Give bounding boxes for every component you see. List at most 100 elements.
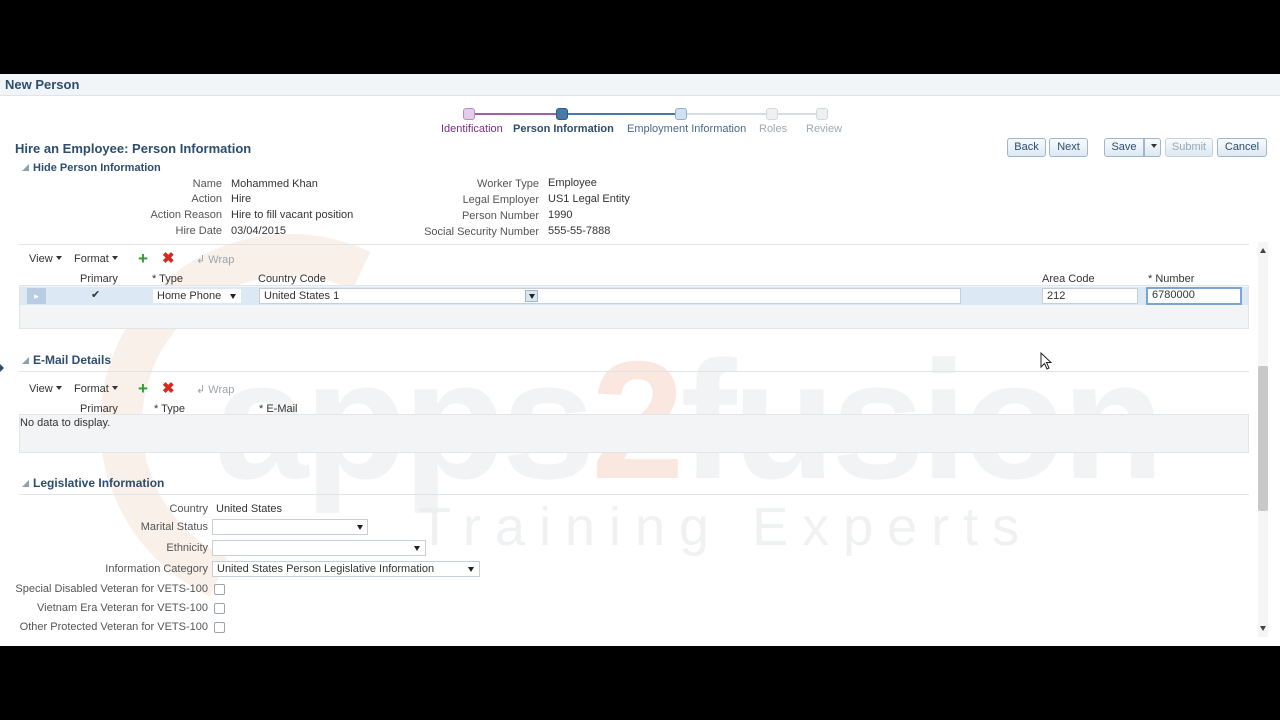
divider [19, 371, 1249, 372]
app-window: apps2fusion Training Experts New Person … [0, 74, 1280, 646]
special-disabled-veteran-checkbox[interactable] [214, 584, 225, 595]
area-code-field[interactable]: 212 [1042, 288, 1138, 304]
other-protected-veteran-checkbox[interactable] [214, 622, 225, 633]
format-menu[interactable]: Format [74, 253, 118, 265]
add-row-icon[interactable]: + [138, 380, 148, 397]
col-area-code[interactable]: Area Code [1042, 273, 1095, 285]
chevron-down-icon [111, 256, 118, 260]
train-connector [568, 113, 678, 115]
person-number-label: Person Number [461, 210, 539, 222]
delete-row-icon[interactable]: ✖ [162, 381, 175, 396]
train-label-roles: Roles [759, 123, 788, 135]
wrap-button: ↲ Wrap [196, 384, 235, 396]
scroll-up-icon[interactable] [1260, 248, 1266, 253]
train-stop-review [816, 108, 828, 120]
save-button[interactable]: Save [1104, 138, 1144, 157]
chevron-down-icon [111, 386, 118, 390]
wrap-icon: ↲ [196, 254, 209, 266]
next-button[interactable]: Next [1049, 138, 1088, 157]
train-label-identification[interactable]: Identification [441, 123, 503, 135]
train-label-review: Review [806, 123, 843, 135]
other-protected-veteran-label: Other Protected Veteran for VETS-100 [19, 621, 208, 633]
legislative-info-toggle[interactable]: Legislative Information [22, 476, 164, 490]
submit-button: Submit [1165, 138, 1213, 157]
chevron-down-icon [529, 294, 535, 299]
watermark-tagline: Training Experts [418, 497, 1034, 557]
legal-employer-value: US1 Legal Entity [548, 193, 630, 205]
marital-status-select[interactable] [212, 519, 368, 535]
worker-type-label: Worker Type [477, 178, 539, 190]
delete-row-icon[interactable]: ✖ [162, 251, 175, 266]
phone-number-field[interactable]: 6780000 [1146, 287, 1242, 305]
ssn-value: 555-55-7888 [548, 225, 611, 237]
splitter-arrow-icon[interactable] [0, 364, 4, 372]
scrollbar-thumb[interactable] [1258, 366, 1268, 511]
chevron-down-icon [230, 294, 236, 299]
information-category-label: Information Category [105, 563, 208, 575]
action-label: Action [191, 193, 222, 205]
save-menu-button[interactable] [1144, 138, 1161, 157]
scroll-down-icon[interactable] [1260, 626, 1266, 631]
chevron-down-icon [55, 386, 62, 390]
col-primary[interactable]: Primary [80, 273, 118, 285]
ethnicity-select[interactable] [212, 540, 426, 556]
primary-checkbox[interactable]: ✔ [91, 288, 100, 301]
person-number-value: 1990 [548, 209, 573, 221]
hire-date-label: Hire Date [175, 225, 222, 237]
email-details-toggle[interactable]: E-Mail Details [22, 353, 111, 367]
col-type[interactable]: * Type [152, 273, 183, 285]
ssn-label: Social Security Number [424, 226, 539, 238]
vietnam-era-veteran-checkbox[interactable] [214, 603, 225, 614]
train-label-employment-information[interactable]: Employment Information [627, 123, 746, 135]
train-stop-employment-information[interactable] [675, 108, 687, 120]
cancel-button[interactable]: Cancel [1217, 138, 1267, 157]
country-value: United States [216, 503, 283, 515]
chevron-down-icon [55, 256, 62, 260]
train-connector [687, 113, 767, 115]
divider [19, 244, 1249, 245]
collapse-triangle-icon [22, 480, 29, 487]
hide-person-info-toggle[interactable]: Hide Person Information [22, 162, 161, 174]
name-label: Name [192, 178, 222, 190]
view-menu[interactable]: View [29, 383, 62, 395]
action-reason-value: Hire to fill vacant position [231, 209, 354, 221]
hire-date-value: 03/04/2015 [231, 225, 287, 237]
train-connector [778, 113, 818, 115]
name-value: Mohammed Khan [231, 178, 318, 190]
divider [19, 494, 1249, 495]
chevron-down-icon [357, 525, 363, 530]
row-expand-icon[interactable]: ▸ [27, 288, 46, 304]
train-stop-identification[interactable] [463, 108, 475, 120]
back-button[interactable]: Back [1007, 138, 1046, 157]
col-country-code[interactable]: Country Code [258, 273, 326, 285]
email-table-body [19, 414, 1249, 453]
header-bar: New Person [0, 74, 1280, 96]
ethnicity-label: Ethnicity [166, 542, 208, 554]
add-row-icon[interactable]: + [138, 250, 148, 267]
page-title: Hire an Employee: Person Information [15, 141, 252, 156]
train-connector [475, 113, 560, 115]
collapse-triangle-icon [22, 164, 29, 171]
legal-employer-label: Legal Employer [462, 194, 539, 206]
special-disabled-veteran-label: Special Disabled Veteran for VETS-100 [15, 583, 208, 595]
mouse-cursor-icon [1040, 352, 1053, 370]
train-stop-roles [766, 108, 778, 120]
country-code-select[interactable]: United States 1 [259, 288, 961, 304]
col-number[interactable]: * Number [1148, 273, 1194, 285]
app-title: New Person [5, 77, 80, 92]
train-label-person-information: Person Information [513, 123, 614, 135]
wrap-icon: ↲ [196, 384, 209, 396]
worker-type-value: Employee [548, 177, 597, 189]
action-reason-label: Action Reason [150, 209, 222, 221]
wrap-button: ↲ Wrap [196, 254, 235, 266]
view-menu[interactable]: View [29, 253, 62, 265]
chevron-down-icon [1151, 144, 1157, 148]
action-value: Hire [231, 193, 252, 205]
country-label: Country [169, 503, 208, 515]
chevron-down-icon [468, 567, 474, 572]
country-code-dropdown-button[interactable] [525, 290, 538, 302]
information-category-select[interactable]: United States Person Legislative Informa… [212, 561, 480, 577]
format-menu[interactable]: Format [74, 383, 118, 395]
phone-type-select[interactable]: Home Phone [152, 288, 242, 304]
marital-status-label: Marital Status [140, 521, 208, 533]
